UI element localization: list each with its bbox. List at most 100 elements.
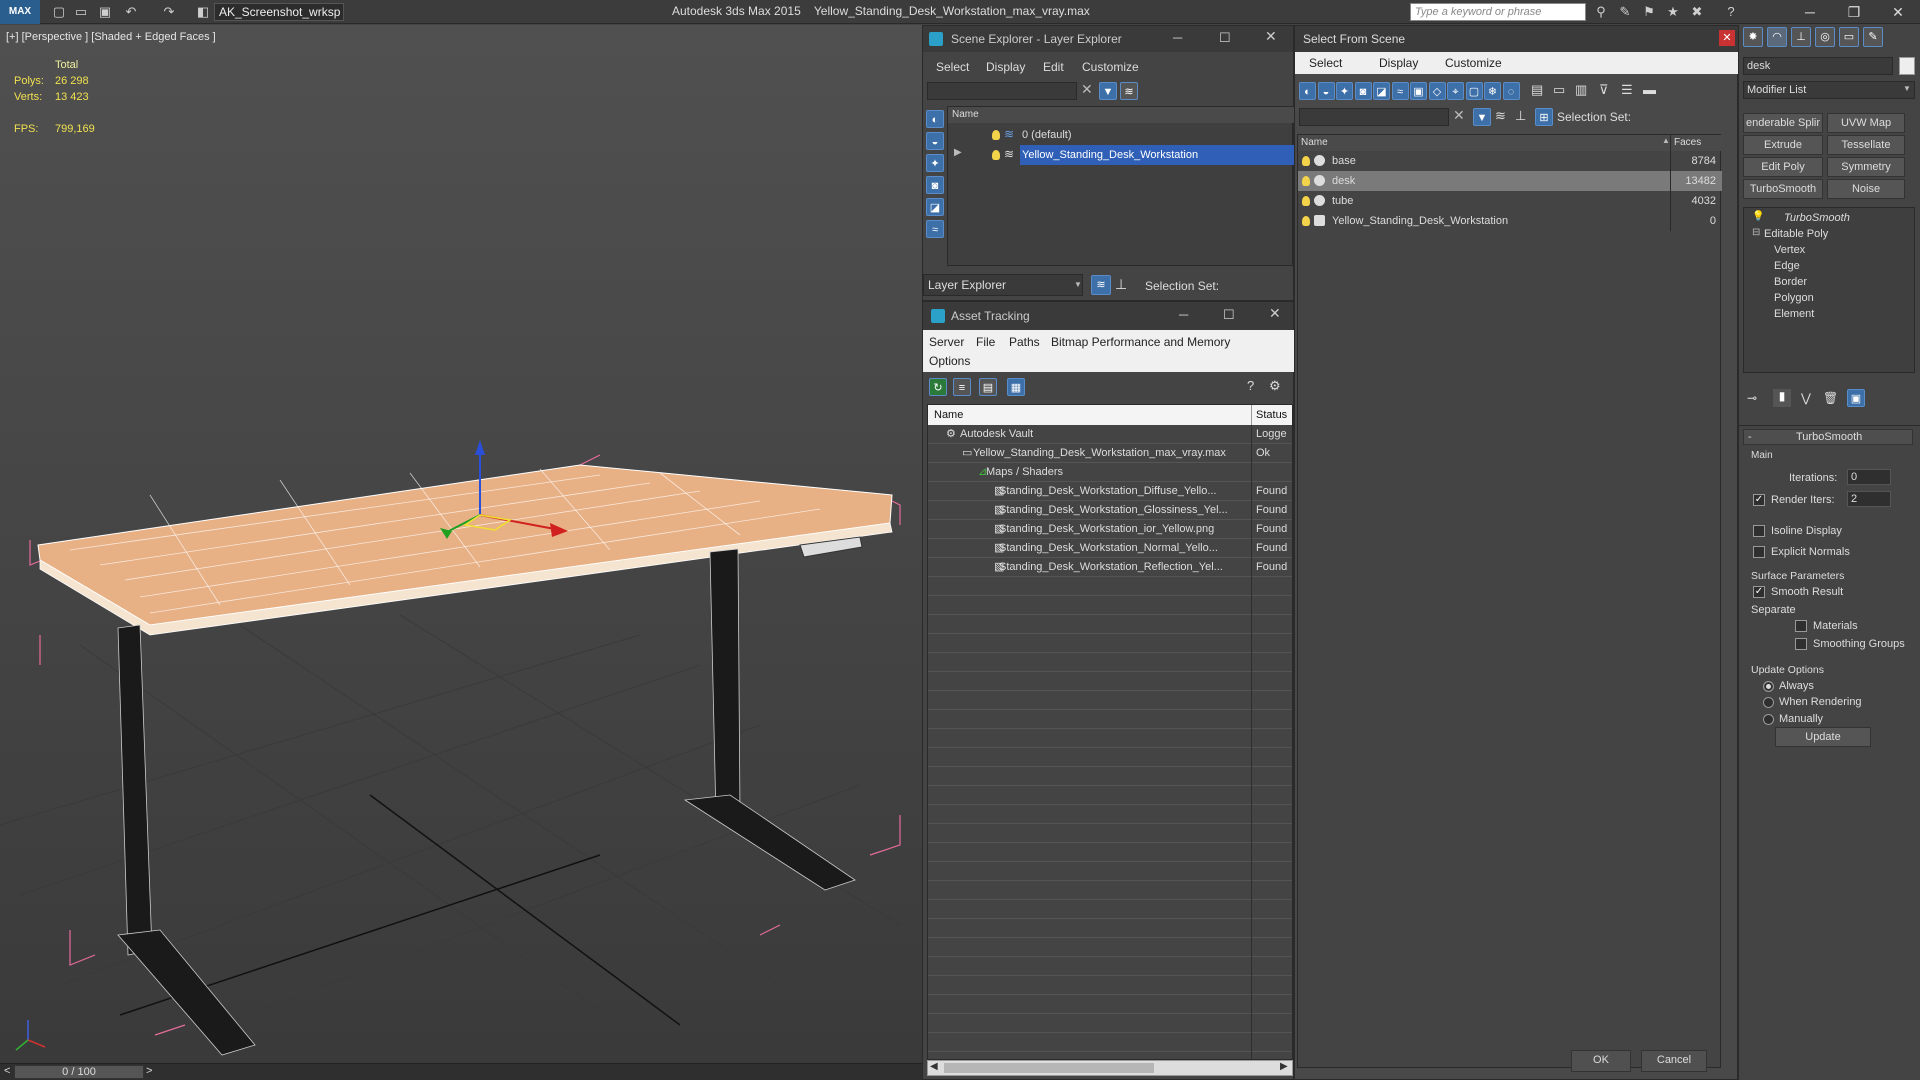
symmetry-button[interactable]: Symmetry xyxy=(1827,157,1905,177)
configure-sets-icon[interactable]: ▣ xyxy=(1847,389,1865,407)
tools-x-icon[interactable]: ✖ xyxy=(1688,3,1706,21)
create-tab-icon[interactable]: ✸ xyxy=(1743,27,1763,47)
collapse-all-icon[interactable]: ▬ xyxy=(1643,82,1656,97)
minimize-icon[interactable]: ─ xyxy=(1173,30,1182,45)
stack-element[interactable]: Element xyxy=(1774,308,1814,320)
timeline-next-button[interactable]: > xyxy=(146,1065,152,1077)
select-from-scene-titlebar[interactable]: Select From Scene ✕ xyxy=(1295,26,1739,52)
close-button[interactable]: ✕ xyxy=(1876,0,1920,24)
sort-ascending-icon[interactable]: ▲ xyxy=(1662,136,1670,145)
tools-icon[interactable]: ✎ xyxy=(1616,3,1634,21)
subscription-icon[interactable]: ⚑ xyxy=(1640,3,1658,21)
menu-select[interactable]: Select xyxy=(936,60,969,74)
help-icon[interactable]: ? xyxy=(1722,3,1740,21)
invert-display-icon[interactable]: ▥ xyxy=(1575,82,1587,98)
viewport-scene[interactable] xyxy=(0,25,922,1067)
modifier-list-dropdown[interactable]: Modifier List xyxy=(1743,81,1915,99)
object-row[interactable]: Yellow_Standing_Desk_Workstation 0 xyxy=(1298,211,1722,231)
asset-row[interactable]: ▭ Yellow_Standing_Desk_Workstation_max_vr… xyxy=(928,444,1292,463)
minimize-button[interactable]: ─ xyxy=(1788,0,1832,24)
layers-icon[interactable]: ≋ xyxy=(1495,108,1506,124)
layers-icon[interactable]: ≋ xyxy=(1091,275,1111,295)
selection-set-icon[interactable]: ⊞ xyxy=(1535,108,1553,126)
collapse-icon[interactable]: ⊟ xyxy=(1752,227,1760,238)
redo-icon[interactable]: ↷ xyxy=(160,3,178,21)
iterations-spinner[interactable]: 0 xyxy=(1847,469,1891,485)
open-file-icon[interactable]: ▭ xyxy=(72,3,90,21)
light-bulb-icon[interactable] xyxy=(992,130,1000,140)
show-end-result-icon[interactable]: ▮ xyxy=(1773,389,1791,407)
settings-icon[interactable]: ⚙ xyxy=(1269,378,1281,394)
column-header-name[interactable]: Name xyxy=(948,107,1294,123)
display-frozen-icon[interactable]: ❄ xyxy=(1484,82,1501,100)
utilities-tab-icon[interactable]: ✎ xyxy=(1863,27,1883,47)
asset-row[interactable]: ▧ Standing_Desk_Workstation_Reflection_Ye… xyxy=(928,558,1292,577)
layer-list[interactable]: Name ≋ 0 (default) ▶ ≋ Yellow_Standing_D… xyxy=(947,106,1296,266)
asset-row[interactable]: ⊿ Maps / Shaders xyxy=(928,463,1292,482)
collapse-icon[interactable]: - xyxy=(1748,431,1752,443)
stack-edge[interactable]: Edge xyxy=(1774,260,1800,272)
edit-poly-button[interactable]: Edit Poly xyxy=(1743,157,1823,177)
display-shapes-icon[interactable]: ◒ xyxy=(926,132,944,150)
table-view-icon[interactable]: ▦ xyxy=(1007,378,1025,396)
search-input[interactable]: Type a keyword or phrase xyxy=(1410,3,1586,21)
scroll-right-icon[interactable]: ▶ xyxy=(1280,1061,1288,1072)
display-cameras-icon[interactable]: ◙ xyxy=(1354,82,1372,100)
stack-border[interactable]: Border xyxy=(1774,276,1807,288)
explicit-normals-checkbox[interactable] xyxy=(1753,546,1765,558)
smoothing-groups-checkbox[interactable] xyxy=(1795,638,1807,650)
stack-editable-poly[interactable]: Editable Poly xyxy=(1764,228,1828,240)
menu-customize[interactable]: Customize xyxy=(1082,60,1139,74)
object-row[interactable]: base 8784 xyxy=(1298,151,1722,171)
display-containers-icon[interactable]: ▢ xyxy=(1465,82,1483,100)
display-all-icon[interactable]: ▤ xyxy=(1531,82,1543,98)
horizontal-scrollbar[interactable]: ◀ ▶ xyxy=(927,1060,1293,1076)
column-header-name[interactable]: Name xyxy=(1301,137,1328,148)
display-spacewarps-icon[interactable]: ≈ xyxy=(926,220,944,238)
clear-search-icon[interactable]: ✕ xyxy=(1453,107,1465,124)
asset-row[interactable]: ▧ Standing_Desk_Workstation_Diffuse_Yello… xyxy=(928,482,1292,501)
menu-bitmap-performance[interactable]: Bitmap Performance and Memory xyxy=(1051,335,1230,349)
manually-radio[interactable] xyxy=(1763,714,1774,725)
asset-list[interactable]: Name Status ⚙ Autodesk Vault Logge ▭ Yellow_… xyxy=(927,404,1293,1060)
object-name-input[interactable]: desk xyxy=(1743,57,1893,75)
menu-file[interactable]: File xyxy=(976,335,995,349)
filter-icon[interactable]: ▼ xyxy=(1099,82,1117,100)
tessellate-button[interactable]: Tessellate xyxy=(1827,135,1905,155)
light-bulb-icon[interactable] xyxy=(1302,196,1310,206)
display-lights-icon[interactable]: ✦ xyxy=(926,154,944,172)
when-rendering-radio[interactable] xyxy=(1763,697,1774,708)
turbosmooth-button[interactable]: TurboSmooth xyxy=(1743,179,1823,199)
stack-vertex[interactable]: Vertex xyxy=(1774,244,1805,256)
column-header-status[interactable]: Status xyxy=(1256,405,1287,425)
remove-modifier-icon[interactable]: 🗑 xyxy=(1823,391,1838,405)
clear-search-icon[interactable]: ✕ xyxy=(1081,81,1093,98)
turbosmooth-rollout-header[interactable]: - TurboSmooth xyxy=(1743,429,1913,445)
scroll-thumb[interactable] xyxy=(944,1063,1154,1073)
right-foot[interactable] xyxy=(683,794,856,891)
close-icon[interactable]: ✕ xyxy=(1265,28,1277,45)
always-radio[interactable] xyxy=(1763,681,1774,692)
chevron-down-icon[interactable]: ▼ xyxy=(1074,280,1082,289)
object-row[interactable]: desk 13482 xyxy=(1298,171,1722,191)
light-bulb-icon[interactable] xyxy=(1302,156,1310,166)
display-tab-icon[interactable]: ▭ xyxy=(1839,27,1859,47)
object-color-swatch[interactable] xyxy=(1899,57,1915,75)
uvw-map-button[interactable]: UVW Map xyxy=(1827,113,1905,133)
menu-select[interactable]: Select xyxy=(1309,56,1342,70)
thumbnail-view-icon[interactable]: ▤ xyxy=(979,378,997,396)
display-none-icon[interactable]: ▭ xyxy=(1553,82,1565,98)
smooth-result-checkbox[interactable]: ✓ xyxy=(1753,586,1765,598)
display-helpers-icon[interactable]: ◪ xyxy=(1373,82,1390,100)
layer-item-desk-workstation[interactable]: Yellow_Standing_Desk_Workstation xyxy=(1020,145,1296,165)
motion-tab-icon[interactable]: ◎ xyxy=(1815,27,1835,47)
display-shapes-icon[interactable]: ◒ xyxy=(1317,82,1335,100)
menu-display[interactable]: Display xyxy=(986,60,1025,74)
filter-options-icon[interactable]: ⊽ xyxy=(1599,82,1609,98)
light-bulb-icon[interactable] xyxy=(992,150,1000,160)
menu-server[interactable]: Server xyxy=(929,335,964,349)
search-input[interactable] xyxy=(927,82,1077,100)
star-icon[interactable]: ★ xyxy=(1664,3,1682,21)
isoline-display-checkbox[interactable] xyxy=(1753,525,1765,537)
time-slider[interactable]: < 0 / 100 > xyxy=(0,1063,922,1080)
